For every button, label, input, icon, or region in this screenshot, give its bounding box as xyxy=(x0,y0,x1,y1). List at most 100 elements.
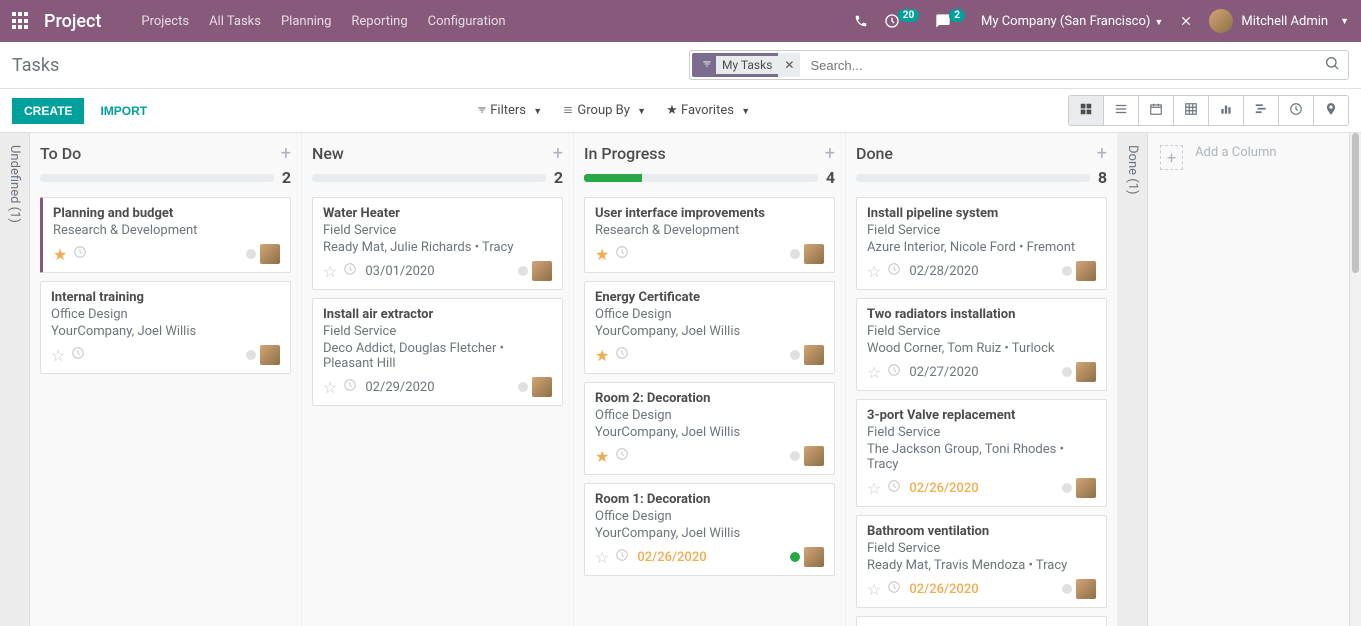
filters-dropdown[interactable]: Filters ▼ xyxy=(477,103,542,118)
assignee-avatar[interactable] xyxy=(804,547,824,567)
clock-icon[interactable] xyxy=(73,245,87,263)
kanban-card[interactable]: Two radiators installation Field Service… xyxy=(856,298,1107,391)
status-dot[interactable] xyxy=(790,451,800,461)
assignee-avatar[interactable] xyxy=(804,244,824,264)
kanban-card[interactable]: Room 1: Decoration Office Design YourCom… xyxy=(584,483,835,576)
clock-icon[interactable] xyxy=(615,447,629,465)
star-icon[interactable]: ★ xyxy=(595,447,609,466)
view-list[interactable] xyxy=(1104,96,1139,125)
kanban-card[interactable]: Install air extractor Field Service Deco… xyxy=(312,298,563,406)
status-dot[interactable] xyxy=(790,350,800,360)
star-icon[interactable]: ★ xyxy=(595,245,609,264)
clock-icon[interactable] xyxy=(887,580,901,598)
star-icon[interactable]: ☆ xyxy=(595,548,609,567)
star-icon[interactable]: ☆ xyxy=(867,580,881,599)
add-column[interactable]: + Add a Column xyxy=(1148,133,1348,626)
star-icon[interactable]: ☆ xyxy=(51,346,65,365)
assignee-avatar[interactable] xyxy=(804,345,824,365)
kanban-card[interactable]: Internal training Office Design YourComp… xyxy=(40,281,291,374)
debug-icon[interactable] xyxy=(1179,14,1193,28)
groupby-dropdown[interactable]: Group By ▼ xyxy=(562,103,646,118)
menu-reporting[interactable]: Reporting xyxy=(351,14,407,29)
clock-icon[interactable] xyxy=(343,262,357,280)
search-box[interactable]: My Tasks ✕ xyxy=(689,50,1349,80)
status-dot[interactable] xyxy=(246,350,256,360)
create-button[interactable]: CREATE xyxy=(12,98,84,124)
view-graph[interactable] xyxy=(1209,96,1244,125)
view-calendar[interactable] xyxy=(1139,96,1174,125)
column-add-card[interactable]: + xyxy=(1097,143,1107,164)
status-dot[interactable] xyxy=(1062,266,1072,276)
import-button[interactable]: IMPORT xyxy=(88,98,159,124)
kanban-card[interactable]: Bathroom ventilation Field Service Ready… xyxy=(856,515,1107,608)
menu-planning[interactable]: Planning xyxy=(281,14,331,29)
status-dot[interactable] xyxy=(790,249,800,259)
clock-icon[interactable] xyxy=(615,548,629,566)
view-pivot[interactable] xyxy=(1174,96,1209,125)
kanban-column: To Do + 2Planning and budget Research & … xyxy=(30,133,302,626)
column-add-card[interactable]: + xyxy=(825,143,835,164)
kanban-card[interactable]: User interface improvements Research & D… xyxy=(584,197,835,273)
view-activity[interactable] xyxy=(1279,96,1314,125)
star-icon[interactable]: ☆ xyxy=(323,262,337,281)
assignee-avatar[interactable] xyxy=(1076,579,1096,599)
discuss-icon[interactable]: 2 xyxy=(935,13,965,29)
folded-column-undefined[interactable]: Undefined (1) xyxy=(0,133,30,626)
assignee-avatar[interactable] xyxy=(1076,362,1096,382)
status-dot[interactable] xyxy=(1062,584,1072,594)
vertical-scrollbar[interactable] xyxy=(1349,133,1361,626)
menu-projects[interactable]: Projects xyxy=(141,14,189,29)
assignee-avatar[interactable] xyxy=(1076,478,1096,498)
status-dot[interactable] xyxy=(518,266,528,276)
assignee-avatar[interactable] xyxy=(804,446,824,466)
phone-icon[interactable] xyxy=(854,14,868,28)
assignee-avatar[interactable] xyxy=(532,377,552,397)
assignee-avatar[interactable] xyxy=(260,244,280,264)
status-dot[interactable] xyxy=(1062,367,1072,377)
status-dot[interactable] xyxy=(246,249,256,259)
view-kanban[interactable] xyxy=(1069,96,1104,125)
apps-icon[interactable] xyxy=(12,12,30,30)
clock-icon[interactable] xyxy=(615,346,629,364)
star-icon[interactable]: ★ xyxy=(595,346,609,365)
assignee-avatar[interactable] xyxy=(260,345,280,365)
clock-icon[interactable] xyxy=(887,479,901,497)
assignee-avatar[interactable] xyxy=(1076,261,1096,281)
activity-icon[interactable]: 20 xyxy=(884,13,919,29)
column-add-card[interactable]: + xyxy=(281,143,291,164)
assignee-avatar[interactable] xyxy=(532,261,552,281)
column-add-card[interactable]: + xyxy=(553,143,563,164)
favorites-dropdown[interactable]: ★ Favorites ▼ xyxy=(666,103,750,118)
menu-all-tasks[interactable]: All Tasks xyxy=(209,14,261,29)
star-icon[interactable]: ★ xyxy=(53,245,67,264)
folded-column-done[interactable]: Done (1) xyxy=(1118,133,1148,626)
kanban-card[interactable]: Energy Certificate Office Design YourCom… xyxy=(584,281,835,374)
clock-icon[interactable] xyxy=(887,363,901,381)
clock-icon[interactable] xyxy=(615,245,629,263)
star-icon[interactable]: ☆ xyxy=(867,479,881,498)
status-dot[interactable] xyxy=(518,382,528,392)
user-menu[interactable]: Mitchell Admin ▼ xyxy=(1209,9,1349,33)
kanban-card[interactable]: 3-port Valve replacement Field Service T… xyxy=(856,399,1107,507)
app-brand[interactable]: Project xyxy=(44,11,101,32)
kanban-card[interactable]: Planning and budget Research & Developme… xyxy=(40,197,291,273)
kanban-card[interactable]: Install pipeline system Field Service Az… xyxy=(856,197,1107,290)
view-gantt[interactable] xyxy=(1244,96,1279,125)
clock-icon[interactable] xyxy=(887,262,901,280)
kanban-card[interactable]: Room 2: Decoration Office Design YourCom… xyxy=(584,382,835,475)
status-dot[interactable] xyxy=(790,552,800,562)
kanban-card[interactable]: Water Heater Field Service Ready Mat, Ju… xyxy=(312,197,563,290)
clock-icon[interactable] xyxy=(71,346,85,364)
search-input[interactable] xyxy=(802,54,1316,77)
facet-remove[interactable]: ✕ xyxy=(778,53,800,77)
star-icon[interactable]: ☆ xyxy=(867,363,881,382)
menu-configuration[interactable]: Configuration xyxy=(428,14,506,29)
clock-icon[interactable] xyxy=(343,378,357,396)
status-dot[interactable] xyxy=(1062,483,1072,493)
search-icon[interactable] xyxy=(1316,55,1348,75)
star-icon[interactable]: ☆ xyxy=(867,262,881,281)
view-map[interactable] xyxy=(1314,96,1348,125)
star-icon[interactable]: ☆ xyxy=(323,378,337,397)
company-selector[interactable]: My Company (San Francisco)▼ xyxy=(981,14,1163,29)
card-client: YourCompany, Joel Willis xyxy=(595,526,824,541)
